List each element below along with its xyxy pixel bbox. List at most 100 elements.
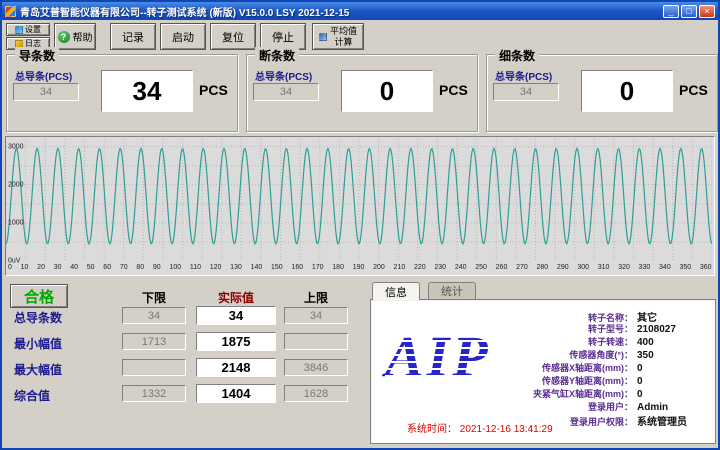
app-icon — [5, 6, 16, 17]
info-row-clamp-x: 夹紧气缸X轴距离(mm)： 0 — [511, 387, 711, 400]
x-tick-label: 20 — [37, 264, 45, 274]
cell-actual: 2148 — [196, 358, 276, 377]
cell-actual: 34 — [196, 306, 276, 325]
groupbox-broken-count: 断条数 总导条(PCS) 34 0 PCS — [246, 54, 478, 132]
average-label: 平均值 计算 — [330, 26, 357, 47]
record-button[interactable]: 记录 — [110, 23, 156, 50]
field-value: 400 — [637, 337, 654, 348]
header-upper-limit: 上限 — [284, 289, 348, 306]
x-tick-label: 120 — [210, 264, 222, 274]
x-tick-label: 230 — [434, 264, 446, 274]
row-label-composite-value: 综合值 — [14, 387, 114, 404]
field-label: 登录用户： — [511, 400, 633, 413]
total-bars-label: 总导条(PCS) — [15, 68, 72, 83]
info-row-rotor-name: 转子名称： 其它 — [511, 309, 711, 322]
x-tick-label: 80 — [136, 264, 144, 274]
info-row-sensor-x: 传感器X轴距离(mm)： 0 — [511, 361, 711, 374]
groupbox-title: 导条数 — [15, 47, 59, 64]
maximize-button[interactable]: □ — [681, 5, 697, 18]
cell-upper: 34 — [284, 307, 348, 324]
cell-lower — [122, 359, 186, 376]
aip-logo: AIP — [385, 328, 491, 386]
x-tick-label: 210 — [394, 264, 406, 274]
help-button[interactable]: ? 帮助 — [54, 23, 96, 50]
x-tick-label: 180 — [332, 264, 344, 274]
waveform-chart: 3000200010000uV 010203040506070809010011… — [5, 136, 715, 276]
info-row-login-user: 登录用户： Admin — [511, 400, 711, 413]
settings-icon — [15, 26, 23, 34]
x-tick-label: 360 — [700, 264, 712, 274]
settings-label: 设置 — [25, 24, 41, 35]
x-tick-label: 10 — [21, 264, 29, 274]
field-value: 350 — [637, 350, 654, 361]
help-label: 帮助 — [73, 29, 93, 44]
field-value: 2108027 — [637, 324, 676, 335]
y-tick-label: 1000 — [8, 219, 24, 226]
total-bars-label: 总导条(PCS) — [255, 68, 312, 83]
x-tick-label: 220 — [414, 264, 426, 274]
field-label: 传感器Y轴距离(mm)： — [511, 374, 633, 387]
x-tick-label: 90 — [153, 264, 161, 274]
y-tick-label: 2000 — [8, 181, 24, 188]
cell-upper: 1628 — [284, 385, 348, 402]
average-icon — [319, 33, 327, 41]
pcs-unit-label: PCS — [679, 82, 708, 98]
pcs-unit-label: PCS — [199, 82, 228, 98]
total-bars-value: 34 — [13, 83, 79, 101]
groupbox-title: 断条数 — [255, 47, 299, 64]
thin-count-display: 0 — [581, 70, 673, 112]
field-label: 传感器角度(°)： — [511, 348, 633, 361]
field-value: 0 — [637, 376, 643, 387]
x-tick-label: 290 — [557, 264, 569, 274]
stop-button[interactable]: 停止 — [260, 23, 306, 50]
x-tick-label: 350 — [679, 264, 691, 274]
cell-lower: 1713 — [122, 333, 186, 350]
header-actual-value: 实际值 — [196, 289, 276, 306]
info-row-sensor-angle: 传感器角度(°)： 350 — [511, 348, 711, 361]
minimize-button[interactable]: _ — [663, 5, 679, 18]
x-tick-label: 100 — [169, 264, 181, 274]
close-button[interactable]: × — [699, 5, 715, 18]
pass-status: 合格 — [10, 284, 68, 308]
field-label: 转子转速： — [511, 335, 633, 348]
field-value: 系统管理员 — [637, 413, 687, 428]
tab-statistics[interactable]: 统计 — [428, 282, 476, 299]
x-tick-label: 260 — [496, 264, 508, 274]
row-label-total-bars: 总导条数 — [14, 309, 114, 326]
window-title: 青岛艾普智能仪器有限公司--转子测试系统 (新版) V15.0.0 LSY 20… — [20, 4, 659, 19]
field-value: 0 — [637, 389, 643, 400]
x-tick-label: 200 — [373, 264, 385, 274]
x-tick-label: 40 — [70, 264, 78, 274]
average-button[interactable]: 平均值 计算 — [312, 23, 364, 50]
x-tick-label: 250 — [475, 264, 487, 274]
x-tick-label: 30 — [54, 264, 62, 274]
start-button[interactable]: 启动 — [160, 23, 206, 50]
info-row-sensor-y: 传感器Y轴距离(mm)： 0 — [511, 374, 711, 387]
x-tick-label: 140 — [251, 264, 263, 274]
x-tick-label: 190 — [353, 264, 365, 274]
x-axis-labels: 0102030405060708090100110120130140150160… — [6, 264, 714, 274]
broken-count-display: 0 — [341, 70, 433, 112]
total-bars-value: 34 — [253, 83, 319, 101]
x-tick-label: 160 — [291, 264, 303, 274]
window-controls: _ □ × — [663, 5, 715, 18]
x-tick-label: 320 — [618, 264, 630, 274]
cell-lower: 34 — [122, 307, 186, 324]
field-label: 转子型号： — [511, 322, 633, 335]
total-bars-label: 总导条(PCS) — [495, 68, 552, 83]
tab-info[interactable]: 信息 — [372, 282, 420, 300]
info-panel-body: AIP 转子名称： 其它 转子型号： 2108027 转子转速： 400 传感器… — [370, 299, 716, 444]
x-tick-label: 300 — [577, 264, 589, 274]
x-tick-label: 270 — [516, 264, 528, 274]
field-value: 0 — [637, 363, 643, 374]
cell-actual: 1875 — [196, 332, 276, 351]
groupbox-title: 细条数 — [495, 47, 539, 64]
y-axis-labels: 3000200010000uV — [6, 139, 36, 261]
row-label-min-amplitude: 最小幅值 — [14, 335, 114, 352]
x-tick-label: 340 — [659, 264, 671, 274]
reset-button[interactable]: 复位 — [210, 23, 256, 50]
settings-button[interactable]: 设置 — [6, 23, 50, 36]
info-panel: 信息 统计 AIP 转子名称： 其它 转子型号： 2108027 转子转速： 4… — [370, 282, 716, 444]
info-fields: 转子名称： 其它 转子型号： 2108027 转子转速： 400 传感器角度(°… — [511, 309, 711, 426]
x-tick-label: 0 — [8, 264, 12, 274]
